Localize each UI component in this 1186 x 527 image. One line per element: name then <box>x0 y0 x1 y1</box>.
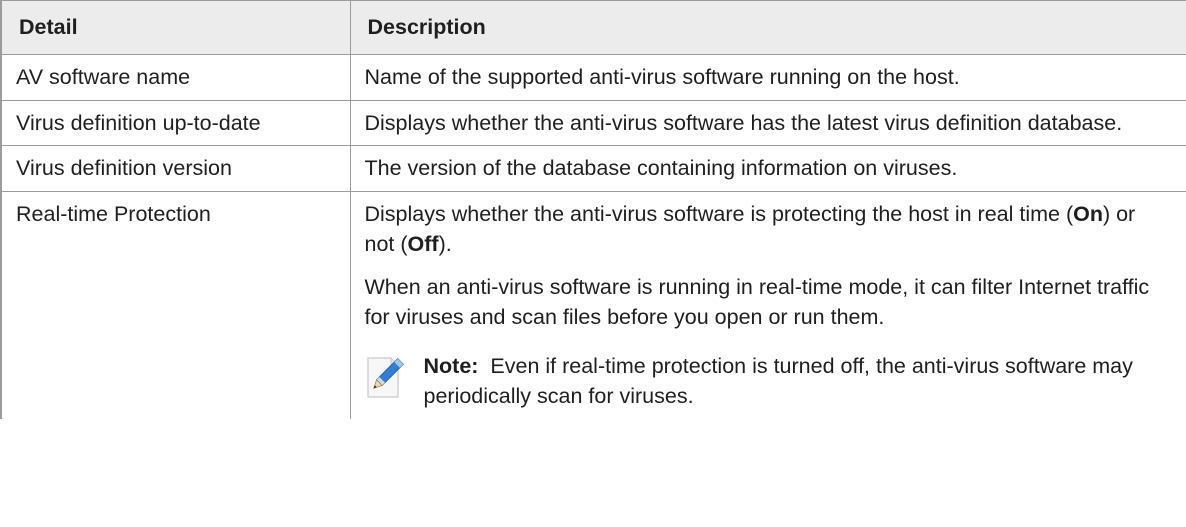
description-cell: The version of the database containing i… <box>349 145 1186 192</box>
detail-cell: Real-time Protection <box>0 190 351 419</box>
description-cell: Displays whether the anti-virus software… <box>349 99 1186 147</box>
pencil-note-icon <box>366 357 404 398</box>
note-text: Even if real-time protection is turned o… <box>423 353 1133 409</box>
description-paragraph-2: When an anti-virus software is running i… <box>364 274 1150 330</box>
description-text: Displays whether the anti-virus software… <box>364 201 1074 226</box>
details-table: Detail Description AV software name Name… <box>0 0 1186 419</box>
table-row: Virus definition up-to-date Displays whe… <box>0 99 1186 147</box>
description-paragraph: Displays whether the anti-virus software… <box>365 199 1171 260</box>
description-cell: Name of the supported anti-virus softwar… <box>349 54 1186 101</box>
table-row: Real-time Protection Displays whether th… <box>0 190 1186 419</box>
off-value: Off <box>407 232 439 257</box>
column-header-detail: Detail <box>0 0 351 55</box>
note-callout: Note: Even if real-time protection is tu… <box>365 351 1171 412</box>
note-text-block: Note: Even if real-time protection is tu… <box>424 351 1171 412</box>
description-cell: Displays whether the anti-virus software… <box>349 190 1186 419</box>
detail-cell: Virus definition version <box>0 145 351 192</box>
column-header-description: Description <box>349 0 1186 55</box>
note-label: Note: <box>423 353 479 378</box>
on-value: On <box>1073 201 1103 226</box>
description-text: ). <box>438 232 452 257</box>
detail-cell: AV software name <box>0 54 351 101</box>
table-header-row: Detail Description <box>0 0 1186 55</box>
table-row: AV software name Name of the supported a… <box>0 54 1186 101</box>
detail-cell: Virus definition up-to-date <box>0 99 351 147</box>
table-row: Virus definition version The version of … <box>0 145 1186 192</box>
